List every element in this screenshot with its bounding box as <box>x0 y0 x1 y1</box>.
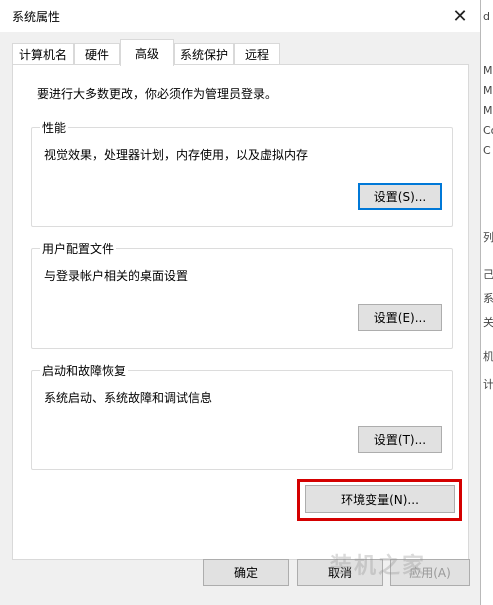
performance-legend: 性能 <box>40 119 69 136</box>
edge-text: 机 <box>483 350 493 363</box>
performance-description: 视觉效果，处理器计划，内存使用，以及虚拟内存 <box>44 148 309 162</box>
edge-text: M <box>483 104 493 117</box>
tab-label: 系统保护 <box>179 47 228 62</box>
window-title: 系统属性 <box>12 10 61 24</box>
tab-hardware[interactable]: 硬件 <box>74 43 120 64</box>
edge-text: d <box>483 10 490 23</box>
tab-remote[interactable]: 远程 <box>234 43 280 64</box>
edge-text: 己 <box>483 268 493 281</box>
edge-text: 系 <box>483 292 493 305</box>
close-icon[interactable]: ✕ <box>440 0 480 32</box>
button-label: 确定 <box>233 566 258 580</box>
startup-recovery-group: 启动和故障恢复 系统启动、系统故障和调试信息 设置(T)... <box>31 362 453 470</box>
user-profiles-description: 与登录帐户相关的桌面设置 <box>44 269 189 283</box>
background-window-edge: d M M M Co C 列 己 系 关 机 计 <box>481 0 493 605</box>
tab-system-protection[interactable]: 系统保护 <box>174 43 234 64</box>
ok-button[interactable]: 确定 <box>203 559 289 586</box>
edge-text: 关 <box>483 316 493 329</box>
startup-recovery-description: 系统启动、系统故障和调试信息 <box>44 391 213 405</box>
edge-text: C <box>483 144 491 157</box>
edge-text: 计 <box>483 378 493 391</box>
tab-computer-name[interactable]: 计算机名 <box>12 43 74 64</box>
performance-settings-button[interactable]: 设置(S)... <box>358 183 442 210</box>
user-profiles-settings-button[interactable]: 设置(E)... <box>358 304 442 331</box>
button-label: 设置(T)... <box>373 433 427 447</box>
button-label: 应用(A) <box>409 566 451 580</box>
tab-label: 硬件 <box>84 47 109 62</box>
performance-group: 性能 视觉效果，处理器计划，内存使用，以及虚拟内存 设置(S)... <box>31 119 453 227</box>
button-label: 设置(S)... <box>373 190 427 204</box>
admin-note: 要进行大多数更改，你必须作为管理员登录。 <box>37 87 278 101</box>
tab-advanced[interactable]: 高级 <box>120 39 174 66</box>
tab-label: 高级 <box>134 46 159 61</box>
edge-text: 列 <box>483 231 493 244</box>
user-profiles-legend: 用户配置文件 <box>40 240 117 257</box>
tab-label: 远程 <box>244 47 269 62</box>
startup-recovery-legend: 启动和故障恢复 <box>40 362 129 379</box>
system-properties-dialog: 系统属性 ✕ 计算机名 硬件 高级 系统保护 远程 要进行大多数更改，你必须作为… <box>0 0 481 605</box>
user-profiles-group: 用户配置文件 与登录帐户相关的桌面设置 设置(E)... <box>31 240 453 349</box>
apply-button[interactable]: 应用(A) <box>390 559 470 586</box>
tab-label: 计算机名 <box>18 47 67 62</box>
button-label: 设置(E)... <box>373 311 427 325</box>
cancel-button[interactable]: 取消 <box>297 559 383 586</box>
startup-recovery-settings-button[interactable]: 设置(T)... <box>358 426 442 453</box>
title-bar: 系统属性 ✕ <box>0 0 480 32</box>
edge-text: M <box>483 84 493 97</box>
button-label: 取消 <box>327 566 352 580</box>
edge-text: M <box>483 64 493 77</box>
edge-text: Co <box>483 124 493 137</box>
highlight-box <box>297 479 462 521</box>
